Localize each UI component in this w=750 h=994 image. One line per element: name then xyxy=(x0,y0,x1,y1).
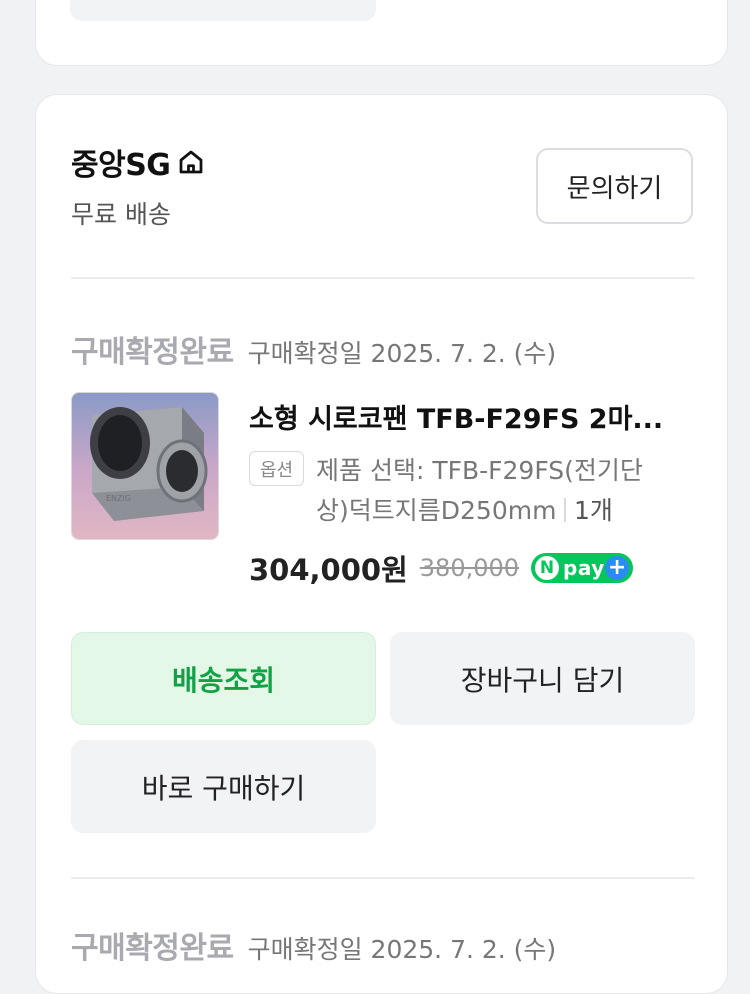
plus-icon: + xyxy=(605,556,630,580)
previous-action-button[interactable] xyxy=(70,0,376,21)
add-to-cart-button[interactable]: 장바구니 담기 xyxy=(390,632,695,725)
price-row: 304,000원 380,000 N pay + xyxy=(249,547,634,589)
order-status: 구매확정완료 xyxy=(71,335,234,370)
brand-watermark: ENZIG xyxy=(106,494,131,503)
next-order-status-row: 구매확정완료 구매확정일 2025. 7. 2. (수) xyxy=(71,923,556,967)
confirm-date: 구매확정일 2025. 7. 2. (수) xyxy=(247,339,557,368)
home-icon xyxy=(176,147,206,177)
option-badge: 옵션 xyxy=(249,451,304,486)
order-status-row: 구매확정완료 구매확정일 2025. 7. 2. (수) xyxy=(71,327,556,371)
previous-order-card xyxy=(35,0,728,66)
track-delivery-button[interactable]: 배송조회 xyxy=(71,632,376,725)
buy-now-button[interactable]: 바로 구매하기 xyxy=(71,740,376,833)
inquiry-button[interactable]: 문의하기 xyxy=(536,148,693,224)
quantity: 1개 xyxy=(573,496,613,525)
next-order-status: 구매확정완료 xyxy=(71,931,234,966)
npay-text: pay xyxy=(563,556,605,580)
quantity-separator xyxy=(564,498,566,522)
sale-price: 304,000원 xyxy=(249,553,408,587)
divider xyxy=(71,877,695,879)
product-thumbnail[interactable]: ENZIG xyxy=(71,392,219,540)
shipping-info: 무료 배송 xyxy=(71,200,171,229)
npay-n-icon: N xyxy=(535,556,560,580)
npay-plus-badge: N pay + xyxy=(531,553,634,583)
seller-name-text: 중앙SG xyxy=(71,148,171,183)
divider xyxy=(71,277,695,279)
original-price: 380,000 xyxy=(419,554,520,582)
order-card: 중앙SG 무료 배송 문의하기 구매확정완료 구매확정일 2025. 7. 2.… xyxy=(35,94,728,994)
product-title[interactable]: 소형 시로코팬 TFB-F29FS 2마... xyxy=(249,397,689,436)
seller-name[interactable]: 중앙SG xyxy=(71,140,206,184)
option-text: 제품 선택: TFB-F29FS(전기단상)덕트지름D250mm 1개 xyxy=(316,451,666,531)
